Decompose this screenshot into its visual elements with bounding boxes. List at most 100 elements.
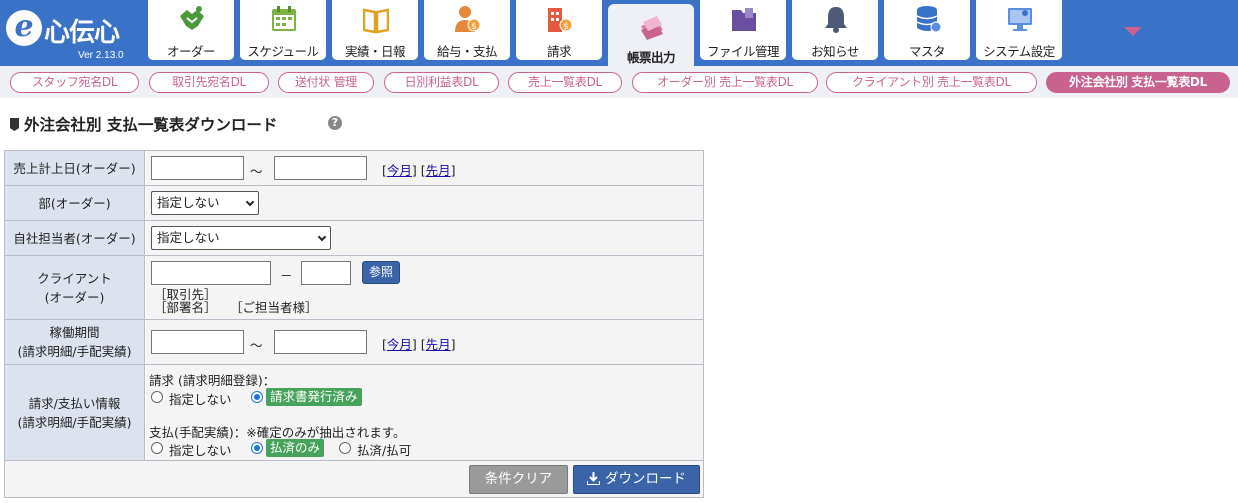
tab-label: 実績・日報 <box>344 44 406 59</box>
tab-system-settings[interactable]: システム設定 <box>976 0 1062 60</box>
field-label: 請求/支払い情報 (請求明細/手配実績) <box>5 365 145 460</box>
app-version: Ver 2.13.0 <box>78 50 124 61</box>
invoice-issued-label[interactable]: 請求書発行済み <box>266 388 362 406</box>
client-sub-input[interactable] <box>301 261 351 285</box>
work-period-value: ～ [今月] [先月] <box>146 320 703 364</box>
client-dash: － <box>280 268 293 283</box>
tab-files[interactable]: ファイル管理 <box>700 0 786 60</box>
tab-label: オーダー <box>166 44 216 59</box>
client-reference-button[interactable]: 参照 <box>362 261 400 284</box>
invoice-none-radio[interactable] <box>151 391 163 403</box>
subnav-client-sales-dl[interactable]: クライアント別 売上一覧表DL <box>826 72 1037 93</box>
title-marker-icon <box>10 118 19 131</box>
row-department: 部(オーダー) 指定しない <box>5 186 703 221</box>
payment-paid-ok-radio[interactable] <box>339 442 351 454</box>
field-label: 売上計上日(オーダー) <box>5 151 145 185</box>
subnav-cover-letter[interactable]: 送付状 管理 <box>278 72 374 93</box>
invoice-none-label[interactable]: 指定しない <box>169 389 232 408</box>
billing-label-line2: (請求明細/手配実績) <box>17 414 132 430</box>
chevron-down-icon <box>245 197 255 207</box>
tab-master[interactable]: マスタ <box>884 0 970 60</box>
sub-navigation: スタッフ宛名DL 取引先宛名DL 送付状 管理 日別利益表DL 売上一覧表DL … <box>0 66 1238 98</box>
tab-order[interactable]: オーダー <box>148 0 234 60</box>
last-month-link[interactable]: 先月 <box>426 337 451 352</box>
download-button[interactable]: ダウンロード <box>573 465 700 494</box>
client-label-line2: (オーダー) <box>44 289 105 305</box>
range-separator: ～ <box>250 338 263 353</box>
bell-icon <box>825 7 847 33</box>
app-logo[interactable]: e 心伝心 Ver 2.13.0 <box>4 6 144 62</box>
subnav-sales-list-dl[interactable]: 売上一覧表DL <box>508 72 622 93</box>
client-value: － 参照 ［取引先］ ［部署名］ ［ご担当者様］ <box>146 256 703 319</box>
sales-date-to-input[interactable] <box>274 156 367 180</box>
department-value: 指定しない <box>146 186 703 220</box>
field-label: クライアント (オーダー) <box>5 256 145 319</box>
clear-conditions-button[interactable]: 条件クリア <box>469 465 568 494</box>
department-select[interactable]: 指定しない <box>151 191 259 215</box>
last-month-link[interactable]: 先月 <box>426 163 451 178</box>
billing-label-line1: 請求/支払い情報 <box>28 395 121 411</box>
tab-label: 給与・支払 <box>436 44 498 59</box>
tab-label: 請求 <box>546 44 572 59</box>
payment-paid-radio[interactable] <box>251 442 263 454</box>
tab-results[interactable]: 実績・日報 <box>332 0 418 60</box>
staff-value: 指定しない <box>146 221 703 255</box>
chevron-down-icon <box>317 232 327 242</box>
work-period-from-input[interactable] <box>151 330 244 354</box>
sales-date-value: ～ [今月] [先月] <box>146 151 703 185</box>
folder-icon <box>732 8 756 31</box>
svg-text:$: $ <box>563 22 569 32</box>
download-icon <box>586 472 601 486</box>
tab-label: 帳票出力 <box>626 50 676 65</box>
subnav-vendor-payment-dl[interactable]: 外注会社別 支払一覧表DL <box>1046 72 1230 93</box>
svg-text:$: $ <box>471 22 477 32</box>
row-actions: 条件クリア ダウンロード <box>5 461 703 497</box>
billing-label: 請求/支払い情報 (請求明細/手配実績) <box>18 394 132 432</box>
staff-selected: 指定しない <box>157 230 220 245</box>
tab-billing[interactable]: $ 請求 <box>516 0 602 60</box>
sales-date-from-input[interactable] <box>151 156 244 180</box>
invoice-heading: 請求 (請求明細登録)： <box>149 373 276 388</box>
client-info-dept: ［部署名］ <box>154 300 217 315</box>
payment-none-label[interactable]: 指定しない <box>169 440 232 459</box>
payment-none-radio[interactable] <box>151 442 163 454</box>
row-work-period: 稼働期間 (請求明細/手配実績) ～ [今月] [先月] <box>5 320 703 365</box>
tab-label: マスタ <box>908 44 946 59</box>
page-title: 外注会社別 支払一覧表ダウンロード <box>10 113 277 135</box>
invoice-issued-radio[interactable] <box>251 391 263 403</box>
work-period-label-line2: (請求明細/手配実績) <box>17 344 132 359</box>
field-label: 自社担当者(オーダー) <box>5 221 145 255</box>
row-billing-payment: 請求/支払い情報 (請求明細/手配実績) 請求 (請求明細登録)： 指定しない 請… <box>5 365 703 461</box>
monitor-settings-icon <box>1008 8 1032 31</box>
staff-select[interactable]: 指定しない <box>151 226 331 250</box>
field-label: 部(オーダー) <box>5 186 145 220</box>
subnav-daily-profit-dl[interactable]: 日別利益表DL <box>384 72 499 93</box>
client-label: クライアント (オーダー) <box>37 269 112 307</box>
help-icon[interactable]: ? <box>328 116 342 130</box>
staff-label: 自社担当者(オーダー) <box>13 230 136 246</box>
person-money-icon: $ <box>455 6 481 32</box>
payment-paid-label[interactable]: 払済のみ <box>266 439 325 457</box>
sales-date-label: 売上計上日(オーダー) <box>13 160 136 176</box>
work-period-label-line1: 稼働期間 <box>49 325 100 340</box>
work-period-to-input[interactable] <box>274 330 367 354</box>
tab-notices[interactable]: お知らせ <box>792 0 878 60</box>
subnav-client-address-dl[interactable]: 取引先宛名DL <box>149 72 269 93</box>
tab-label: ファイル管理 <box>706 44 780 59</box>
client-code-input[interactable] <box>151 261 271 285</box>
tab-reports[interactable]: 帳票出力 <box>608 4 694 66</box>
subnav-order-sales-dl[interactable]: オーダー別 売上一覧表DL <box>632 72 818 93</box>
payment-paid-ok-label[interactable]: 払済/払可 <box>357 440 411 459</box>
client-info-contact: ［ご担当者様］ <box>230 300 318 315</box>
row-staff: 自社担当者(オーダー) 指定しない <box>5 221 703 256</box>
calendar-icon <box>272 6 296 31</box>
database-icon <box>916 6 941 33</box>
this-month-link[interactable]: 今月 <box>387 163 412 178</box>
work-period-label: 稼働期間 (請求明細/手配実績) <box>18 323 132 361</box>
subnav-staff-address-dl[interactable]: スタッフ宛名DL <box>10 72 139 93</box>
tab-schedule[interactable]: スケジュール <box>240 0 326 60</box>
this-month-link[interactable]: 今月 <box>387 337 412 352</box>
tab-payroll[interactable]: $ 給与・支払 <box>424 0 510 60</box>
work-period-shortcuts: [今月] [先月] <box>382 337 456 352</box>
row-sales-date: 売上計上日(オーダー) ～ [今月] [先月] <box>5 151 703 186</box>
